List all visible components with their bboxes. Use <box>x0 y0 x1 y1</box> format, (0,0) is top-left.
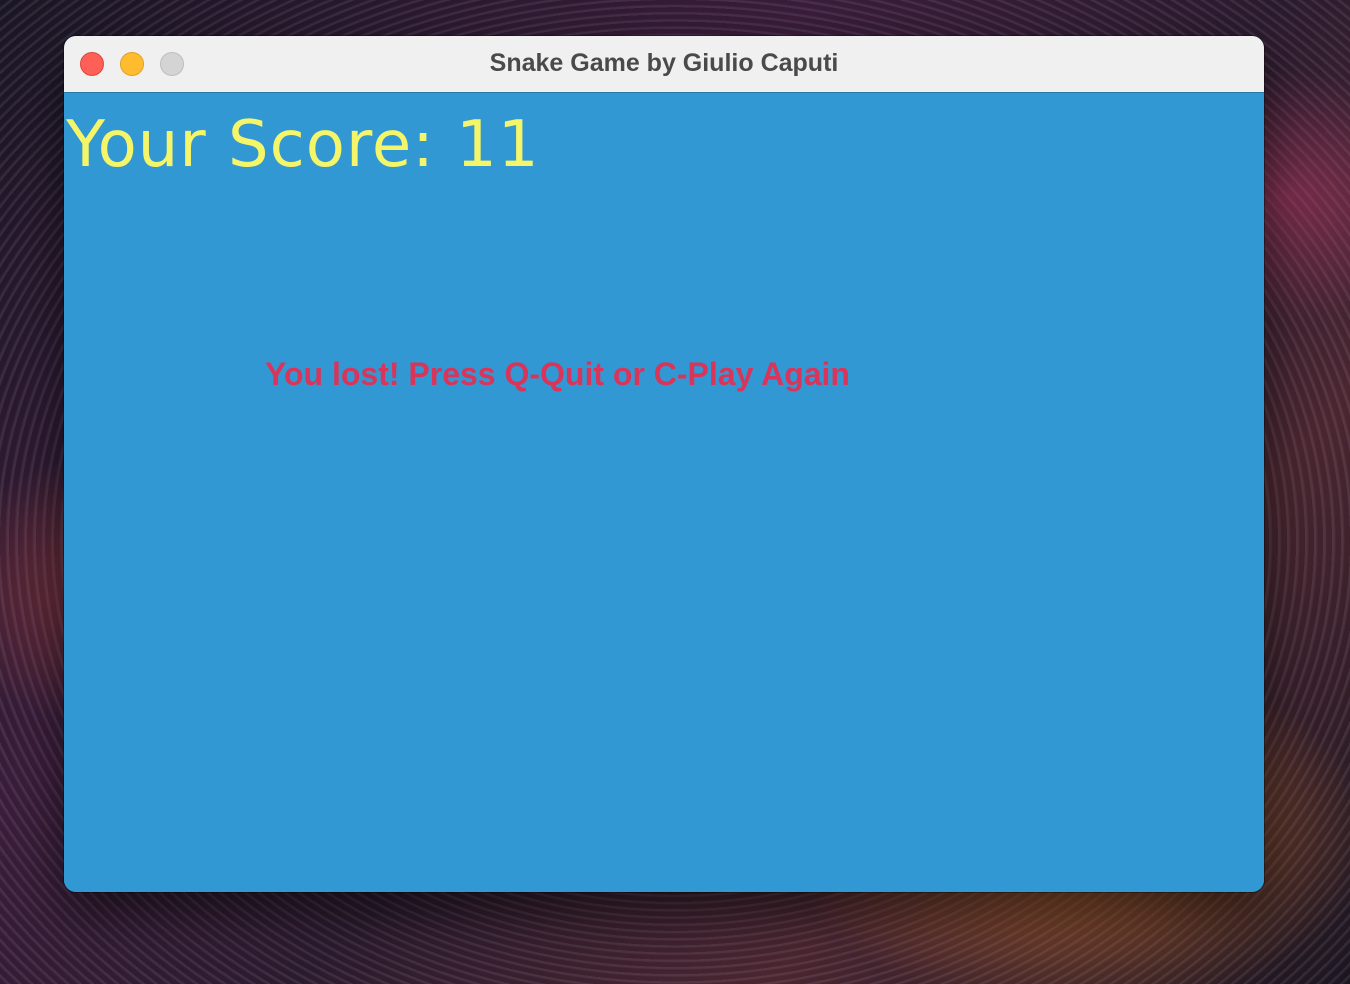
window-title: Snake Game by Giulio Caputi <box>489 49 839 77</box>
game-window: Snake Game by Giulio Caputi Your Score: … <box>64 36 1264 892</box>
score-display: Your Score: 11 <box>66 108 540 182</box>
window-titlebar[interactable]: Snake Game by Giulio Caputi <box>64 36 1264 93</box>
game-over-message: You lost! Press Q-Quit or C-Play Again <box>265 356 850 392</box>
game-canvas[interactable]: Your Score: 11 You lost! Press Q-Quit or… <box>64 93 1264 892</box>
desktop-wallpaper: Snake Game by Giulio Caputi Your Score: … <box>0 0 1350 984</box>
